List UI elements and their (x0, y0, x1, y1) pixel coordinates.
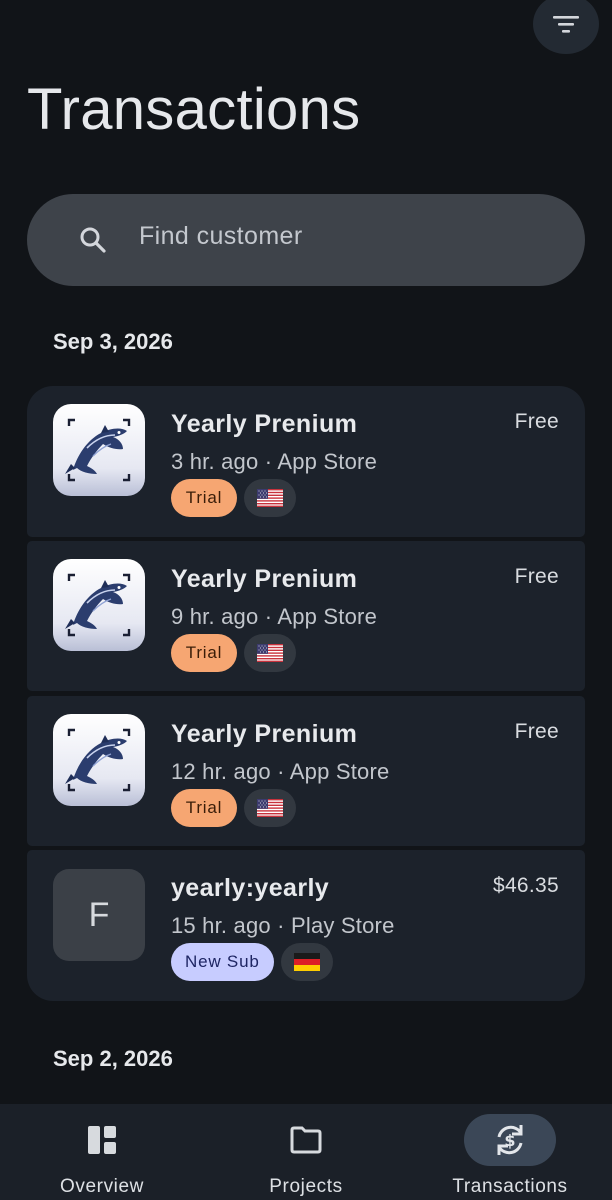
trial-badge: Trial (171, 789, 237, 827)
dashboard-icon (88, 1126, 116, 1154)
transaction-price: Free (514, 410, 559, 433)
search-bar[interactable]: Find customer (27, 194, 585, 286)
transaction-badges: New Sub (171, 943, 333, 981)
transaction-title: Yearly Prenium (171, 410, 358, 438)
country-flag-chip (280, 943, 333, 981)
folder-icon (290, 1126, 322, 1154)
transaction-row[interactable]: Yearly Prenium 3 hr. ago · App Store Fre… (27, 386, 585, 537)
transaction-row[interactable]: Yearly Prenium 12 hr. ago · App Store Fr… (27, 696, 585, 846)
page-title: Transactions (27, 77, 361, 142)
filter-button[interactable] (533, 0, 599, 54)
transaction-badges: Trial (171, 479, 296, 517)
nav-label-overview: Overview (60, 1176, 144, 1197)
currency-exchange-icon: $ (497, 1125, 523, 1155)
fish-app-icon (53, 559, 145, 651)
country-flag-chip (244, 479, 296, 517)
transaction-subtitle: 9 hr. ago · App Store (171, 604, 378, 629)
transaction-price: Free (514, 565, 559, 588)
transaction-badges: Trial (171, 634, 296, 672)
us-flag-icon (257, 799, 283, 817)
transaction-subtitle: 3 hr. ago · App Store (171, 449, 378, 474)
trial-badge: Trial (171, 634, 237, 672)
transaction-subtitle: 15 hr. ago · Play Store (171, 913, 395, 938)
de-flag-icon (294, 953, 320, 971)
us-flag-icon (257, 644, 283, 662)
new-sub-badge: New Sub (171, 943, 274, 981)
svg-text:$: $ (504, 1131, 515, 1150)
transaction-subtitle: 12 hr. ago · App Store (171, 759, 390, 784)
us-flag-icon (257, 489, 283, 507)
transaction-price: $46.35 (492, 874, 559, 897)
fish-app-icon (53, 714, 145, 806)
transaction-title: Yearly Prenium (171, 720, 358, 748)
transactions-screen: Transactions Find customer Sep 3, 2026 Y… (0, 0, 612, 1200)
search-input[interactable]: Find customer (139, 222, 303, 251)
date-header: Sep 2, 2026 (53, 1046, 173, 1071)
transaction-row[interactable]: F yearly:yearly 15 hr. ago · Play Store … (27, 850, 585, 1001)
nav-item-transactions[interactable]: $ Transactions (408, 1104, 612, 1200)
filter-list-icon (553, 16, 579, 33)
transaction-title: Yearly Prenium (171, 565, 358, 593)
search-icon (80, 227, 106, 253)
transaction-price: Free (514, 720, 559, 743)
transaction-title: yearly:yearly (171, 874, 330, 902)
avatar: F (53, 869, 145, 961)
fish-app-icon (53, 404, 145, 496)
nav-item-projects[interactable]: Projects (204, 1104, 408, 1200)
nav-item-overview[interactable]: Overview (0, 1104, 204, 1200)
country-flag-chip (244, 634, 296, 672)
bottom-navigation: Overview Projects $ Transactions (0, 1104, 612, 1200)
nav-label-transactions: Transactions (452, 1176, 568, 1197)
transaction-row[interactable]: Yearly Prenium 9 hr. ago · App Store Fre… (27, 541, 585, 691)
country-flag-chip (244, 789, 296, 827)
date-header: Sep 3, 2026 (53, 329, 173, 354)
trial-badge: Trial (171, 479, 237, 517)
nav-label-projects: Projects (269, 1176, 343, 1197)
transaction-badges: Trial (171, 789, 296, 827)
